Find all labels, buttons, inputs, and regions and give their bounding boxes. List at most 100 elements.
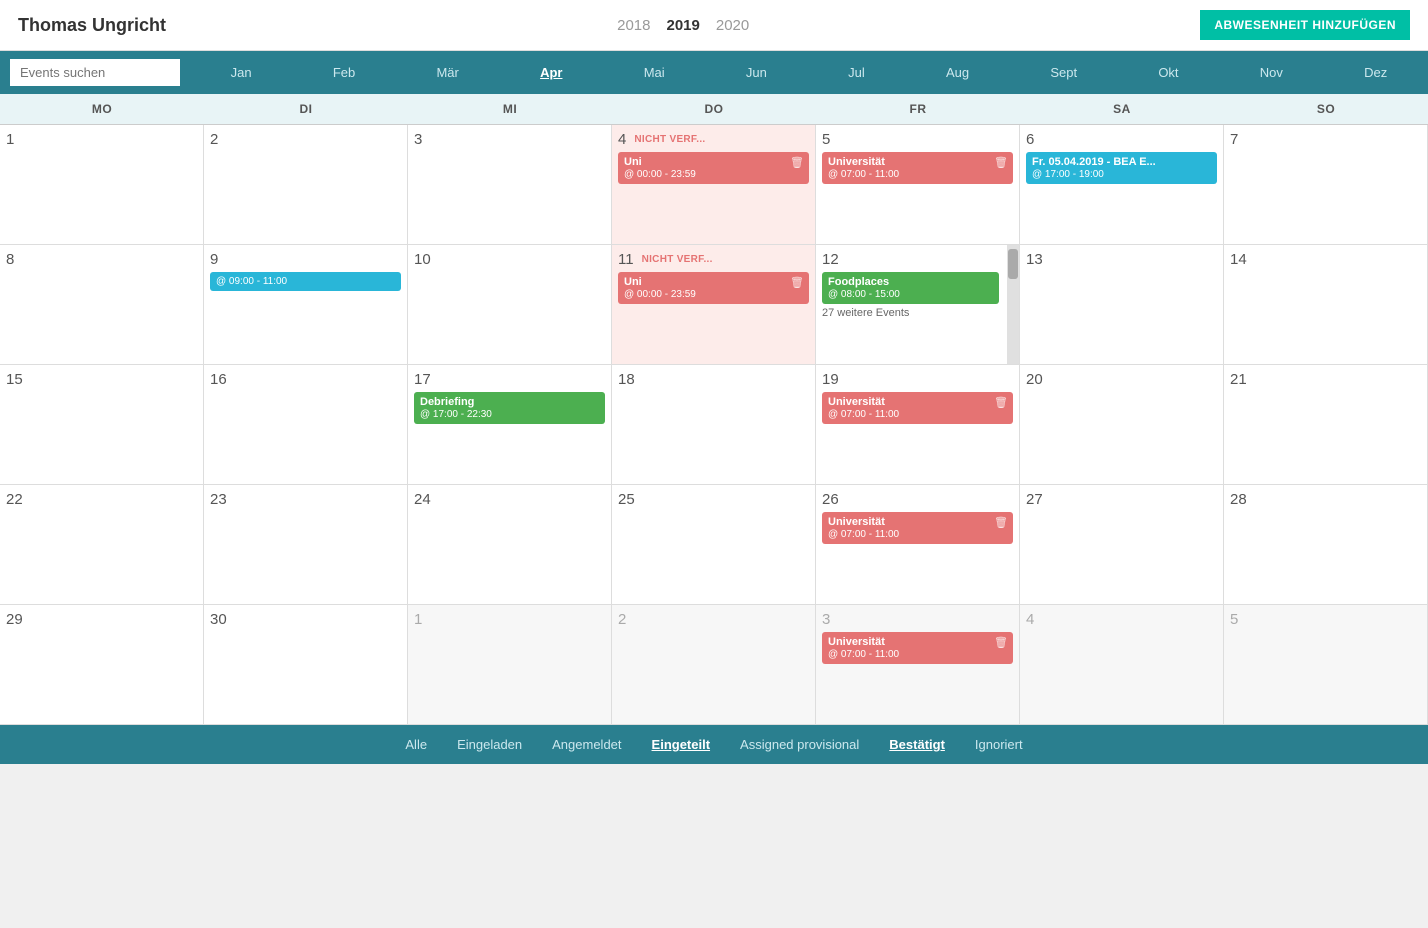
- event-uni-5[interactable]: 🗑 Universität @ 07:00 - 11:00: [822, 152, 1013, 184]
- more-events-12[interactable]: 27 weitere Events: [822, 307, 1013, 319]
- date-26: 26: [822, 491, 1013, 508]
- date-25: 25: [618, 491, 809, 508]
- year-nav: 2018 2019 2020: [617, 17, 749, 34]
- year-2019[interactable]: 2019: [666, 17, 699, 34]
- event-uni-19[interactable]: 🗑 Universität @ 07:00 - 11:00: [822, 392, 1013, 424]
- date-1: 1: [6, 131, 197, 148]
- cell-apr-29: 29: [0, 605, 204, 725]
- delete-icon-uni-11[interactable]: 🗑: [790, 276, 804, 289]
- cell-apr-26: 26 🗑 Universität @ 07:00 - 11:00: [816, 485, 1020, 605]
- event-time-uni-4: @ 00:00 - 23:59: [624, 169, 803, 180]
- search-input[interactable]: [10, 59, 180, 86]
- date-23: 23: [210, 491, 401, 508]
- delete-icon-uni-5[interactable]: 🗑: [994, 156, 1008, 169]
- date-14: 14: [1230, 251, 1421, 268]
- month-jul[interactable]: Jul: [840, 51, 873, 94]
- date-2: 2: [210, 131, 401, 148]
- date-15: 15: [6, 371, 197, 388]
- event-uni-4[interactable]: 🗑 Uni @ 00:00 - 23:59: [618, 152, 809, 184]
- date-may-3: 3: [822, 611, 1013, 628]
- event-title-uni-5: Universität: [828, 156, 1007, 168]
- month-dez[interactable]: Dez: [1356, 51, 1395, 94]
- cell-apr-12: 12 Foodplaces @ 08:00 - 15:00 27 weitere…: [816, 245, 1020, 365]
- cell-apr-22: 22: [0, 485, 204, 605]
- month-okt[interactable]: Okt: [1150, 51, 1186, 94]
- event-time-debriefing-17: @ 17:00 - 22:30: [420, 409, 599, 420]
- event-title-bea-6: Fr. 05.04.2019 - BEA E...: [1032, 156, 1211, 168]
- add-absence-button[interactable]: ABWESENHEIT HINZUFÜGEN: [1200, 10, 1410, 40]
- date-22: 22: [6, 491, 197, 508]
- event-debriefing-17[interactable]: Debriefing @ 17:00 - 22:30: [414, 392, 605, 424]
- month-feb[interactable]: Feb: [325, 51, 363, 94]
- month-mar[interactable]: Mär: [428, 51, 466, 94]
- date-28: 28: [1230, 491, 1421, 508]
- day-header-so: SO: [1224, 94, 1428, 124]
- event-uni-may3[interactable]: 🗑 Universität @ 07:00 - 11:00: [822, 632, 1013, 664]
- year-2020[interactable]: 2020: [716, 17, 749, 34]
- nicht-verf-label-4: NICHT VERF...: [634, 134, 705, 145]
- cell-apr-15: 15: [0, 365, 204, 485]
- date-5: 5: [822, 131, 1013, 148]
- event-uni-11[interactable]: 🗑 Uni @ 00:00 - 23:59: [618, 272, 809, 304]
- status-ignoriert[interactable]: Ignoriert: [975, 737, 1023, 752]
- status-eingeteilt[interactable]: Eingeteilt: [652, 737, 711, 752]
- event-title-uni-26: Universität: [828, 516, 1007, 528]
- date-12: 12: [822, 251, 1013, 268]
- cell-apr-18: 18: [612, 365, 816, 485]
- delete-icon-uni-26[interactable]: 🗑: [994, 516, 1008, 529]
- date-16: 16: [210, 371, 401, 388]
- day-header-sa: SA: [1020, 94, 1224, 124]
- date-24: 24: [414, 491, 605, 508]
- calendar-grid: 1 2 3 4 NICHT VERF... 🗑 Uni @ 00:00 - 23…: [0, 125, 1428, 725]
- status-angemeldet[interactable]: Angemeldet: [552, 737, 621, 752]
- month-jun[interactable]: Jun: [738, 51, 775, 94]
- cell-apr-17: 17 Debriefing @ 17:00 - 22:30: [408, 365, 612, 485]
- event-foodplaces-12[interactable]: Foodplaces @ 08:00 - 15:00: [822, 272, 999, 304]
- delete-icon-uni-4[interactable]: 🗑: [790, 156, 804, 169]
- event-time-uni-11: @ 00:00 - 23:59: [624, 289, 803, 300]
- cell-apr-16: 16: [204, 365, 408, 485]
- status-eingeladen[interactable]: Eingeladen: [457, 737, 522, 752]
- cell-apr-4: 4 NICHT VERF... 🗑 Uni @ 00:00 - 23:59: [612, 125, 816, 245]
- event-time-uni-5: @ 07:00 - 11:00: [828, 169, 1007, 180]
- date-may-1: 1: [414, 611, 605, 628]
- year-2018[interactable]: 2018: [617, 17, 650, 34]
- delete-icon-uni-19[interactable]: 🗑: [994, 396, 1008, 409]
- cell-may-1: 1: [408, 605, 612, 725]
- cell-apr-14: 14: [1224, 245, 1428, 365]
- delete-icon-uni-may3[interactable]: 🗑: [994, 636, 1008, 649]
- event-title-uni-may3: Universität: [828, 636, 1007, 648]
- month-jan[interactable]: Jan: [223, 51, 260, 94]
- scroll-thumb-12[interactable]: [1008, 249, 1018, 279]
- status-bestaetigt[interactable]: Bestätigt: [889, 737, 945, 752]
- event-title-uni-11: Uni: [624, 276, 803, 288]
- cell-apr-11: 11 NICHT VERF... 🗑 Uni @ 00:00 - 23:59: [612, 245, 816, 365]
- event-time-uni-26: @ 07:00 - 11:00: [828, 529, 1007, 540]
- status-assigned-provisional[interactable]: Assigned provisional: [740, 737, 859, 752]
- month-apr[interactable]: Apr: [532, 51, 570, 94]
- date-10: 10: [414, 251, 605, 268]
- date-may-5: 5: [1230, 611, 1421, 628]
- cell-apr-27: 27: [1020, 485, 1224, 605]
- scroll-indicator-12[interactable]: [1007, 245, 1019, 364]
- date-18: 18: [618, 371, 809, 388]
- month-aug[interactable]: Aug: [938, 51, 977, 94]
- cell-may-5: 5: [1224, 605, 1428, 725]
- date-11: 11 NICHT VERF...: [618, 251, 809, 268]
- date-may-4: 4: [1026, 611, 1217, 628]
- cell-apr-21: 21: [1224, 365, 1428, 485]
- user-name: Thomas Ungricht: [18, 15, 166, 36]
- day-header-do: DO: [612, 94, 816, 124]
- month-mai[interactable]: Mai: [636, 51, 673, 94]
- cell-apr-19: 19 🗑 Universität @ 07:00 - 11:00: [816, 365, 1020, 485]
- day-header-fr: FR: [816, 94, 1020, 124]
- month-sept[interactable]: Sept: [1042, 51, 1085, 94]
- status-bar: Alle Eingeladen Angemeldet Eingeteilt As…: [0, 725, 1428, 764]
- event-cyan-9[interactable]: @ 09:00 - 11:00: [210, 272, 401, 291]
- status-alle[interactable]: Alle: [405, 737, 427, 752]
- cell-may-4: 4: [1020, 605, 1224, 725]
- event-bea-6[interactable]: Fr. 05.04.2019 - BEA E... @ 17:00 - 19:0…: [1026, 152, 1217, 184]
- cell-apr-7: 7: [1224, 125, 1428, 245]
- month-nov[interactable]: Nov: [1252, 51, 1291, 94]
- event-uni-26[interactable]: 🗑 Universität @ 07:00 - 11:00: [822, 512, 1013, 544]
